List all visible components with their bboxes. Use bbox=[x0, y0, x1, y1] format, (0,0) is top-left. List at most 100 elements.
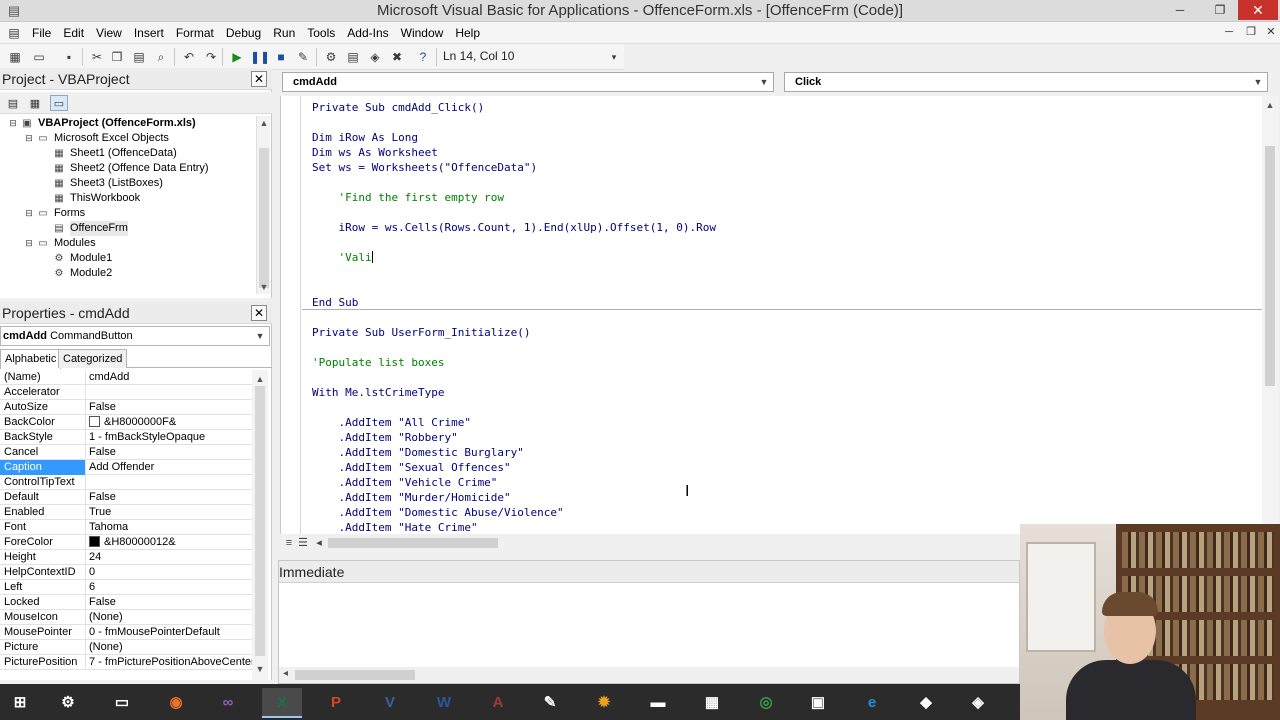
property-value[interactable]: False bbox=[88, 595, 252, 610]
property-row[interactable]: Left 6 bbox=[0, 580, 252, 595]
menu-tools[interactable]: Tools bbox=[301, 22, 341, 44]
property-value[interactable]: 1 - fmBackStyleOpaque bbox=[88, 430, 252, 445]
reset-icon[interactable]: ■ bbox=[272, 48, 290, 66]
property-row[interactable]: (Name) cmdAdd bbox=[0, 370, 252, 385]
scroll-down-icon[interactable]: ▼ bbox=[257, 280, 271, 294]
copy-icon[interactable]: ❐ bbox=[108, 48, 126, 66]
property-value[interactable]: Add Offender bbox=[88, 460, 252, 475]
scroll-down-icon[interactable]: ▼ bbox=[252, 662, 268, 676]
property-row[interactable]: Picture (None) bbox=[0, 640, 252, 655]
mdi-minimize-button[interactable]: ─ bbox=[1222, 25, 1236, 39]
code-line[interactable]: .AddItem "Murder/Homicide" bbox=[312, 490, 510, 505]
scroll-up-icon[interactable]: ▲ bbox=[252, 372, 268, 386]
collapse-icon[interactable]: ⊟ bbox=[8, 116, 18, 131]
menu-file[interactable]: File bbox=[26, 22, 57, 44]
property-value[interactable] bbox=[88, 385, 252, 400]
scroll-up-icon[interactable]: ▲ bbox=[257, 116, 271, 130]
help-icon[interactable]: ? bbox=[414, 48, 432, 66]
code-line[interactable]: With Me.lstCrimeType bbox=[312, 385, 444, 400]
properties-scrollbar[interactable]: ▲ ▼ bbox=[252, 370, 268, 680]
code-line[interactable]: .AddItem "Sexual Offences" bbox=[312, 460, 510, 475]
menu-format[interactable]: Format bbox=[170, 22, 220, 44]
scroll-thumb[interactable] bbox=[328, 538, 498, 548]
toggle-folders-icon[interactable]: ▭ bbox=[50, 95, 68, 111]
collapse-icon[interactable]: ⊟ bbox=[24, 131, 34, 146]
code-vertical-scrollbar[interactable]: ▲ bbox=[1262, 96, 1278, 534]
code-line[interactable]: Dim ws As Worksheet bbox=[312, 145, 438, 160]
scroll-thumb[interactable] bbox=[259, 148, 269, 288]
scroll-left-icon[interactable]: ◂ bbox=[283, 668, 288, 679]
taskbar-chrome-icon[interactable]: ◎ bbox=[746, 688, 786, 718]
code-line[interactable]: .AddItem "Domestic Burglary" bbox=[312, 445, 523, 460]
design-mode-icon[interactable]: ✎ bbox=[294, 48, 312, 66]
code-line[interactable]: End Sub bbox=[312, 295, 358, 310]
margin-indicator-bar[interactable] bbox=[281, 96, 301, 534]
menu-help[interactable]: Help bbox=[449, 22, 486, 44]
cut-icon[interactable]: ✂ bbox=[88, 48, 106, 66]
view-object-icon[interactable]: ▦ bbox=[26, 95, 44, 111]
code-line[interactable]: 'Find the first empty row bbox=[312, 190, 504, 205]
code-line[interactable]: Dim iRow As Long bbox=[312, 130, 418, 145]
object-selector[interactable]: cmdAdd CommandButton ▼ bbox=[0, 326, 270, 346]
chevron-down-icon[interactable]: ▼ bbox=[1252, 73, 1264, 91]
taskbar-app-2-icon[interactable]: ◆ bbox=[906, 688, 946, 718]
minimize-button[interactable]: ─ bbox=[1166, 0, 1194, 20]
tab-alphabetic[interactable]: Alphabetic bbox=[0, 349, 62, 369]
taskbar-project-icon[interactable]: ▣ bbox=[798, 688, 838, 718]
code-line[interactable]: .AddItem "All Crime" bbox=[312, 415, 470, 430]
menu-add-ins[interactable]: Add-Ins bbox=[341, 22, 394, 44]
property-row[interactable]: MousePointer 0 - fmMousePointerDefault bbox=[0, 625, 252, 640]
scroll-up-icon[interactable]: ▲ bbox=[1262, 98, 1278, 112]
project-scrollbar[interactable]: ▲ ▼ bbox=[256, 116, 270, 294]
taskbar-app-1-icon[interactable]: ⚙ bbox=[48, 688, 88, 718]
property-row[interactable]: Cancel False bbox=[0, 445, 252, 460]
taskbar-word-icon[interactable]: W bbox=[424, 688, 464, 718]
collapse-icon[interactable]: ⊟ bbox=[24, 236, 34, 251]
property-row[interactable]: Locked False bbox=[0, 595, 252, 610]
taskbar-visual-studio-icon[interactable]: ∞ bbox=[208, 688, 248, 718]
full-module-view-icon[interactable]: ☰ bbox=[296, 536, 310, 550]
property-row[interactable]: Font Tahoma bbox=[0, 520, 252, 535]
property-row[interactable]: AutoSize False bbox=[0, 400, 252, 415]
property-value[interactable]: False bbox=[88, 445, 252, 460]
property-row[interactable]: HelpContextID 0 bbox=[0, 565, 252, 580]
chevron-down-icon[interactable]: ▼ bbox=[253, 327, 267, 345]
chevron-down-icon[interactable]: ▼ bbox=[758, 73, 770, 91]
property-row[interactable]: PicturePosition 7 - fmPicturePositionAbov… bbox=[0, 655, 252, 670]
code-line[interactable]: Private Sub UserForm_Initialize() bbox=[312, 325, 531, 340]
property-row[interactable]: MouseIcon (None) bbox=[0, 610, 252, 625]
taskbar-access-icon[interactable]: A bbox=[478, 688, 518, 718]
code-line[interactable]: .AddItem "Vehicle Crime" bbox=[312, 475, 497, 490]
menu-debug[interactable]: Debug bbox=[220, 22, 267, 44]
taskbar-app-3-icon[interactable]: ◈ bbox=[958, 688, 998, 718]
property-value[interactable]: 0 - fmMousePointerDefault bbox=[88, 625, 252, 640]
find-icon[interactable]: ⌕ bbox=[152, 48, 170, 66]
code-line[interactable]: Set ws = Worksheets("OffenceData") bbox=[312, 160, 537, 175]
code-line[interactable]: .AddItem "Domestic Abuse/Violence" bbox=[312, 505, 563, 520]
property-row[interactable]: BackStyle 1 - fmBackStyleOpaque bbox=[0, 430, 252, 445]
menu-view[interactable]: View bbox=[90, 22, 128, 44]
object-combo[interactable]: cmdAdd ▼ bbox=[282, 72, 774, 92]
property-value[interactable]: (None) bbox=[88, 610, 252, 625]
taskbar-powerpoint-icon[interactable]: P bbox=[316, 688, 356, 718]
tab-categorized[interactable]: Categorized bbox=[58, 349, 128, 368]
property-row[interactable]: BackColor &H8000000F& bbox=[0, 415, 252, 430]
run-icon[interactable]: ▶ bbox=[228, 48, 246, 66]
mdi-restore-button[interactable]: ❐ bbox=[1244, 25, 1258, 39]
collapse-icon[interactable]: ⊟ bbox=[24, 206, 34, 221]
paste-icon[interactable]: ▤ bbox=[130, 48, 148, 66]
menu-run[interactable]: Run bbox=[267, 22, 301, 44]
property-value[interactable]: 24 bbox=[88, 550, 252, 565]
object-browser-icon[interactable]: ◈ bbox=[366, 48, 384, 66]
code-line[interactable]: .AddItem "Robbery" bbox=[312, 430, 457, 445]
start-button-icon[interactable]: ⊞ bbox=[0, 688, 40, 718]
properties-window-icon[interactable]: ▤ bbox=[344, 48, 362, 66]
property-value[interactable]: cmdAdd bbox=[88, 370, 252, 385]
code-line[interactable]: 'Populate list boxes bbox=[312, 355, 444, 370]
taskbar-firefox-icon[interactable]: ◉ bbox=[156, 688, 196, 718]
view-code-icon[interactable]: ▤ bbox=[4, 95, 22, 111]
menu-insert[interactable]: Insert bbox=[128, 22, 170, 44]
property-value[interactable]: &H8000000F& bbox=[88, 415, 252, 430]
save-icon[interactable]: ▪ bbox=[60, 48, 78, 66]
property-value[interactable]: True bbox=[88, 505, 252, 520]
